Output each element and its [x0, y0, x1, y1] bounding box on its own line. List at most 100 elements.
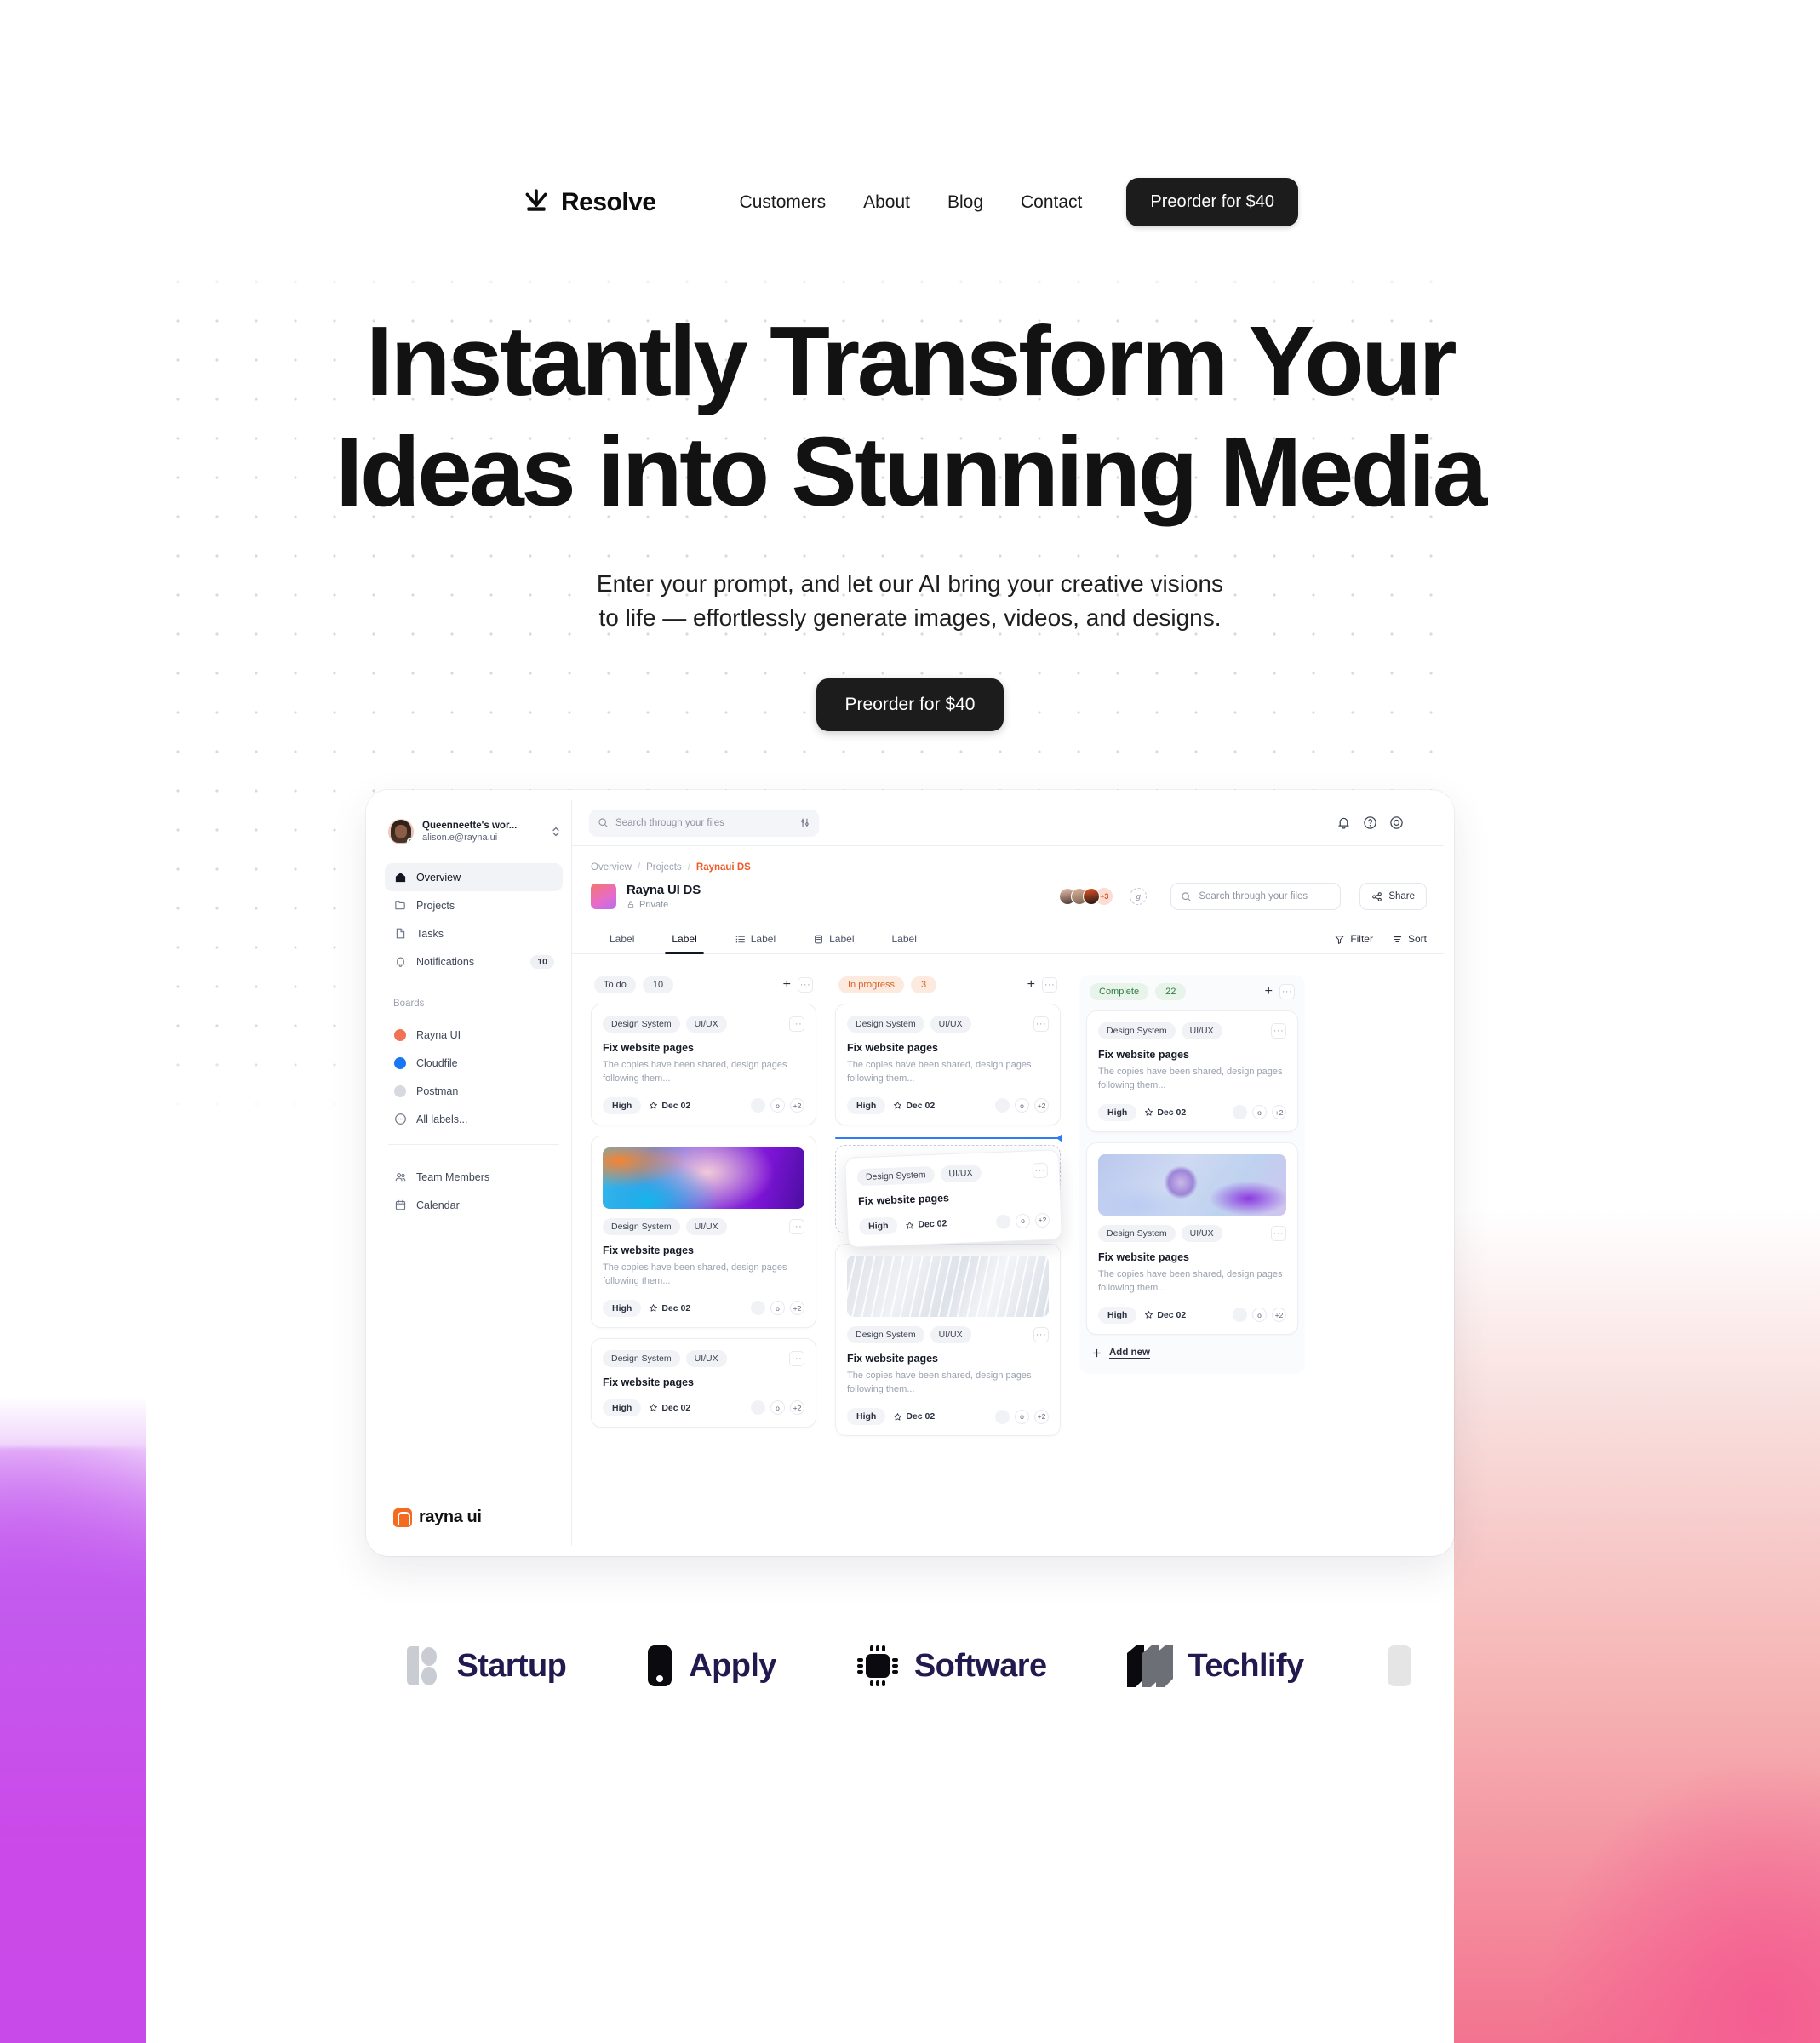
hero-preorder-button[interactable]: Preorder for $40	[816, 678, 1004, 732]
star-icon	[894, 1102, 902, 1109]
kanban-column-in-progress: In progress 3 + ··· Design System UI/UX …	[835, 975, 1062, 1546]
kanban-card[interactable]: Design System UI/UX ··· Fix website page…	[591, 1004, 816, 1125]
sidebar-item-notifications[interactable]: Notifications 10	[385, 947, 563, 976]
page-title: Rayna UI DS	[627, 883, 701, 897]
sidebar-item-team-members[interactable]: Team Members	[385, 1163, 563, 1191]
column-name: To do	[594, 976, 636, 993]
card-footer: High Dec 02 o +2	[1098, 1306, 1286, 1324]
tab-3[interactable]: Label	[716, 928, 794, 953]
sidebar-item-label: Tasks	[416, 927, 444, 940]
tab-5[interactable]: Label	[873, 928, 936, 953]
card-assignee-overflow: +2	[790, 1098, 804, 1113]
card-menu-button[interactable]: ···	[1032, 1163, 1049, 1179]
column-menu-button[interactable]: ···	[1279, 984, 1295, 999]
notifications-badge: 10	[530, 954, 554, 969]
card-menu-button[interactable]: ···	[789, 1218, 804, 1234]
add-card-button[interactable]: +	[1265, 985, 1273, 999]
add-member-button[interactable]: g	[1130, 888, 1148, 905]
help-icon[interactable]	[1363, 815, 1377, 830]
card-menu-button[interactable]: ···	[1033, 1016, 1049, 1032]
card-priority: High	[1098, 1306, 1137, 1324]
settings-icon[interactable]	[1389, 815, 1404, 830]
kanban-card[interactable]: Design System UI/UX ··· Fix website page…	[835, 1004, 1061, 1125]
document-icon	[393, 927, 407, 941]
kanban-card[interactable]: Design System UI/UX ··· Fix website page…	[591, 1337, 816, 1428]
card-tag: Design System	[847, 1326, 924, 1344]
add-card-button[interactable]: +	[783, 978, 791, 992]
card-menu-button[interactable]: ···	[1033, 1327, 1049, 1343]
card-assignee-overflow: +2	[1034, 1098, 1049, 1113]
logo-name: Apply	[689, 1647, 776, 1684]
card-due-label: Dec 02	[906, 1411, 936, 1422]
filter-sliders-icon[interactable]	[799, 817, 810, 828]
column-menu-button[interactable]: ···	[1042, 977, 1057, 993]
card-description: The copies have been shared, design page…	[603, 1060, 787, 1084]
nav-preorder-button[interactable]: Preorder for $40	[1126, 178, 1299, 226]
sidebar-item-tasks[interactable]: Tasks	[385, 919, 563, 947]
nav-link-blog[interactable]: Blog	[947, 192, 983, 213]
card-menu-button[interactable]: ···	[1271, 1023, 1286, 1039]
sort-button[interactable]: Sort	[1392, 933, 1427, 953]
sidebar-item-calendar[interactable]: Calendar	[385, 1191, 563, 1219]
add-new-card-button[interactable]: Add new	[1086, 1345, 1298, 1364]
card-title: Fix website pages	[1098, 1250, 1189, 1263]
sidebar-item-projects[interactable]: Projects	[385, 891, 563, 919]
online-status-dot	[407, 838, 414, 844]
breadcrumb-item-projects[interactable]: Projects	[646, 862, 682, 873]
sidebar-board-all-labels[interactable]: All labels...	[385, 1105, 563, 1133]
card-menu-button[interactable]: ···	[1271, 1225, 1286, 1241]
chip-icon	[856, 1645, 898, 1686]
workspace-switcher[interactable]: Queenneette's wor... alison.e@rayna.ui	[376, 812, 571, 856]
card-footer: High Dec 02 o +2	[847, 1096, 1049, 1114]
card-tags: Design System UI/UX ···	[847, 1326, 1049, 1344]
card-description: The copies have been shared, design page…	[847, 1060, 1032, 1084]
tab-2[interactable]: Label	[653, 928, 715, 954]
project-search-input[interactable]: Search through your files	[1170, 883, 1342, 910]
avatar	[995, 1214, 1011, 1229]
project-visibility-label: Private	[639, 900, 669, 910]
kanban-card[interactable]: Design System UI/UX ··· Fix website page…	[1086, 1142, 1298, 1335]
kanban-board: To do 10 + ··· Design System UI/UX ··· F…	[572, 954, 1444, 1546]
card-due-label: Dec 02	[1157, 1309, 1187, 1320]
card-due-date: Dec 02	[893, 1411, 935, 1422]
sidebar-item-overview[interactable]: Overview	[385, 863, 563, 891]
column-count: 10	[642, 976, 674, 993]
member-avatars[interactable]: +3	[1059, 887, 1114, 906]
global-search-input[interactable]: Search through your files	[589, 809, 819, 837]
nav-link-about[interactable]: About	[863, 192, 910, 213]
share-button[interactable]: Share	[1359, 883, 1427, 910]
kanban-card[interactable]: Design System UI/UX ··· Fix website page…	[591, 1135, 816, 1328]
tab-4[interactable]: Label	[794, 928, 873, 953]
rayna-ui-logo: rayna ui	[376, 1508, 571, 1546]
column-header: In progress 3 + ···	[835, 975, 1061, 1004]
kanban-card-dragging[interactable]: Design System UI/UX ··· Fix website page…	[844, 1149, 1062, 1249]
tab-1[interactable]: Label	[591, 928, 653, 953]
card-priority: High	[603, 1299, 642, 1317]
card-title: Fix website pages	[603, 1244, 694, 1256]
brand-logo[interactable]: Resolve	[522, 188, 656, 217]
card-menu-button[interactable]: ···	[789, 1350, 804, 1366]
sidebar-board-cloudfile[interactable]: Cloudfile	[385, 1049, 563, 1077]
nav-link-customers[interactable]: Customers	[740, 192, 827, 213]
column-menu-button[interactable]: ···	[798, 977, 813, 993]
nav-link-contact[interactable]: Contact	[1021, 192, 1082, 213]
sidebar-boards-list: Rayna UI Cloudfile Postman All labels...	[376, 1014, 571, 1133]
tab-label: Label	[750, 933, 776, 945]
add-card-button[interactable]: +	[1027, 978, 1035, 992]
card-assignee-overflow: +2	[1034, 1409, 1049, 1424]
bell-icon[interactable]	[1336, 815, 1351, 830]
app-topbar: Search through your files	[572, 800, 1444, 846]
sidebar-board-rayna-ui[interactable]: Rayna UI	[385, 1021, 563, 1049]
breadcrumb-item-overview[interactable]: Overview	[591, 862, 632, 873]
column-header: To do 10 + ···	[591, 975, 816, 1004]
kanban-card[interactable]: Design System UI/UX ··· Fix website page…	[1086, 1010, 1298, 1132]
filter-button[interactable]: Filter	[1334, 933, 1373, 953]
kanban-card[interactable]: Design System UI/UX ··· Fix website page…	[835, 1244, 1061, 1437]
landing-page: Resolve Customers About Blog Contact Pre…	[0, 0, 1820, 2043]
startup-icon	[407, 1646, 438, 1685]
card-footer: High Dec 02 o +2	[603, 1096, 804, 1114]
card-tag: Design System	[1098, 1224, 1176, 1242]
card-menu-button[interactable]: ···	[789, 1016, 804, 1032]
share-button-label: Share	[1388, 891, 1415, 901]
sidebar-board-postman[interactable]: Postman	[385, 1077, 563, 1105]
